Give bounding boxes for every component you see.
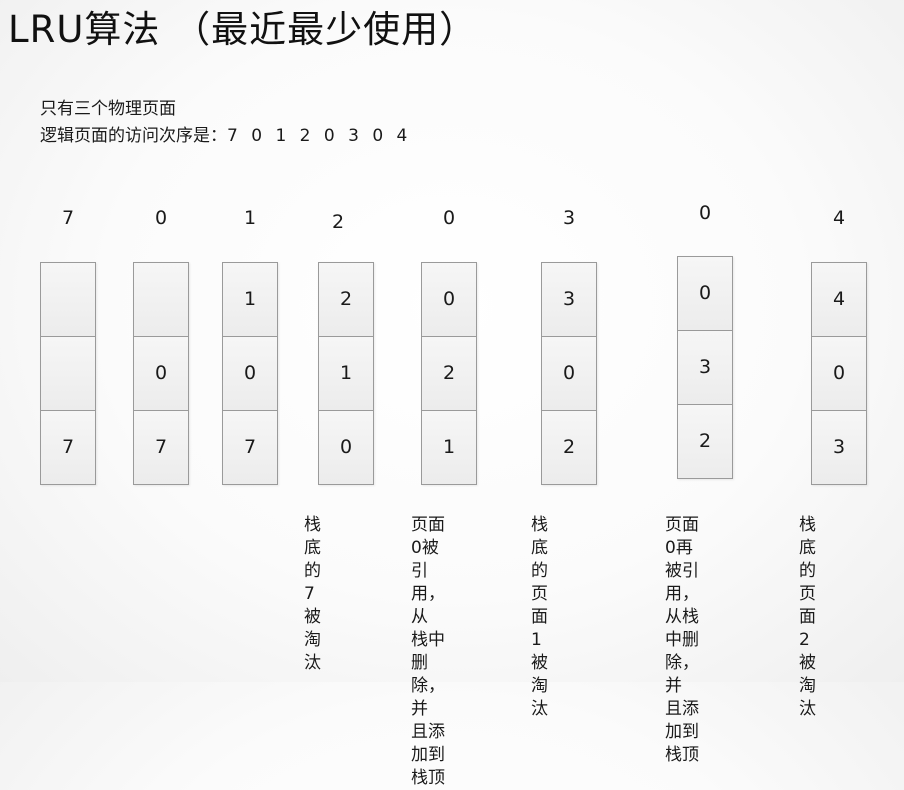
accessed-page-label: 1 bbox=[243, 207, 257, 229]
frame-stack: 3 0 2 bbox=[541, 262, 597, 485]
frame-stack: 2 1 0 bbox=[318, 262, 374, 485]
frame-slot: 1 bbox=[223, 263, 277, 337]
frame-slot: 3 bbox=[812, 411, 866, 484]
step-note: 栈底的页 面2被淘 汰 bbox=[799, 514, 816, 721]
note-line: 栈底的页 bbox=[799, 515, 816, 604]
frame-stack: 0 2 1 bbox=[421, 262, 477, 485]
step-note: 栈底的页 面1被淘 汰 bbox=[531, 514, 548, 721]
frame-slot: 3 bbox=[678, 331, 732, 405]
frame-stack: 1 0 7 bbox=[222, 262, 278, 485]
note-line: 面2被淘 bbox=[799, 607, 816, 696]
frame-slot: 0 bbox=[134, 337, 188, 411]
frame-slot: 0 bbox=[223, 337, 277, 411]
step-note: 栈底的7 被淘汰 bbox=[304, 514, 321, 675]
frame-slot: 7 bbox=[134, 411, 188, 484]
frame-slot: 7 bbox=[223, 411, 277, 484]
frame-slot: 7 bbox=[41, 411, 95, 484]
note-line: 被淘汰 bbox=[304, 607, 321, 673]
accessed-page-label: 0 bbox=[154, 207, 168, 229]
intro-text: 只有三个物理页面 逻辑页面的访问次序是：7 0 1 2 0 3 0 4 bbox=[40, 96, 411, 150]
physical-pages-note: 只有三个物理页面 bbox=[40, 99, 176, 119]
note-line: 除，并 bbox=[665, 653, 699, 696]
note-line: 页面0再 bbox=[665, 515, 699, 558]
frame-stack: 0 3 2 bbox=[677, 256, 733, 479]
frame-slot: 0 bbox=[812, 337, 866, 411]
note-line: 栈中删 bbox=[411, 630, 445, 673]
note-line: 汰 bbox=[531, 699, 548, 719]
accessed-page-label: 3 bbox=[562, 207, 576, 229]
frame-slot: 2 bbox=[319, 263, 373, 337]
note-line: 面1被淘 bbox=[531, 607, 548, 696]
frame-slot bbox=[41, 263, 95, 337]
note-line: 且添加到 bbox=[665, 699, 699, 742]
frame-stack: 4 0 3 bbox=[811, 262, 867, 485]
frame-stack: 7 bbox=[40, 262, 96, 485]
step-note: 页面0被 引用，从 栈中删 除，并 且添加到 栈顶 bbox=[411, 514, 445, 790]
frame-slot: 2 bbox=[422, 337, 476, 411]
frame-stack: 0 7 bbox=[133, 262, 189, 485]
frame-slot: 1 bbox=[422, 411, 476, 484]
page-title: LRU算法 （最近最少使用） bbox=[8, 8, 478, 51]
note-line: 从栈中删 bbox=[665, 607, 699, 650]
frame-slot: 2 bbox=[542, 411, 596, 484]
accessed-page-label: 2 bbox=[331, 211, 345, 233]
frame-slot: 1 bbox=[319, 337, 373, 411]
frame-slot bbox=[134, 263, 188, 337]
frame-slot: 4 bbox=[812, 263, 866, 337]
note-line: 栈顶 bbox=[411, 768, 445, 788]
frame-slot: 0 bbox=[542, 337, 596, 411]
note-line: 栈底的页 bbox=[531, 515, 548, 604]
frame-slot: 0 bbox=[678, 257, 732, 331]
frame-slot: 0 bbox=[422, 263, 476, 337]
note-line: 引用，从 bbox=[411, 561, 445, 627]
access-sequence: 7 0 1 2 0 3 0 4 bbox=[227, 126, 412, 146]
accessed-page-label: 0 bbox=[698, 202, 712, 224]
step-note: 页面0再 被引用， 从栈中删 除，并 且添加到 栈顶 bbox=[665, 514, 699, 767]
note-line: 汰 bbox=[799, 699, 816, 719]
frame-slot: 3 bbox=[542, 263, 596, 337]
accessed-page-label: 7 bbox=[61, 207, 75, 229]
frame-slot bbox=[41, 337, 95, 411]
note-line: 页面0被 bbox=[411, 515, 445, 558]
accessed-page-label: 0 bbox=[442, 207, 456, 229]
access-sequence-label: 逻辑页面的访问次序是： bbox=[40, 126, 227, 146]
accessed-page-label: 4 bbox=[832, 207, 846, 229]
note-line: 被引用， bbox=[665, 561, 699, 604]
note-line: 栈底的7 bbox=[304, 515, 321, 604]
frame-slot: 0 bbox=[319, 411, 373, 484]
note-line: 栈顶 bbox=[665, 745, 699, 765]
frame-slot: 2 bbox=[678, 405, 732, 478]
note-line: 且添加到 bbox=[411, 722, 445, 765]
access-sequence-line: 逻辑页面的访问次序是：7 0 1 2 0 3 0 4 bbox=[40, 123, 411, 150]
